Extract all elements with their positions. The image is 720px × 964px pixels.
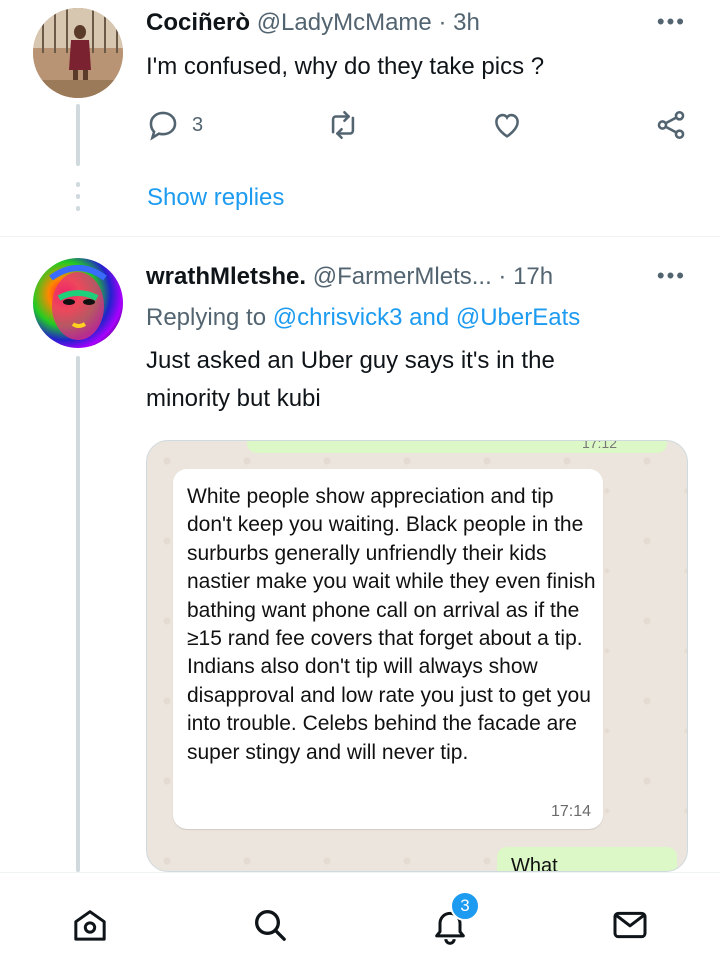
user-handle[interactable]: @FarmerMlets... bbox=[313, 263, 492, 290]
reply-button[interactable]: 3 bbox=[146, 108, 203, 142]
retweet-button[interactable] bbox=[326, 108, 360, 142]
tweet-cocinero[interactable]: Cociñerò @LadyMcMame · 3h ••• I'm confus… bbox=[0, 0, 720, 236]
outgoing-message-text: What bbox=[511, 855, 558, 872]
more-options-icon[interactable]: ••• bbox=[657, 265, 686, 287]
bubble-time-top: 17:12 bbox=[581, 440, 617, 451]
mail-icon bbox=[613, 911, 647, 939]
nav-notifications[interactable]: 3 bbox=[428, 891, 480, 947]
avatar-cocinero[interactable] bbox=[33, 8, 123, 98]
bottom-navigation: 3 bbox=[0, 872, 720, 964]
incoming-message-bubble: White people show appreciation and tip d… bbox=[173, 469, 603, 829]
tweet-media-image[interactable]: 17:12 White people show appreciation and… bbox=[146, 440, 688, 872]
show-replies-link[interactable]: Show replies bbox=[147, 184, 284, 212]
notifications-badge: 3 bbox=[450, 891, 480, 921]
user-handle[interactable]: @LadyMcMame bbox=[257, 9, 432, 36]
nav-home[interactable] bbox=[68, 903, 112, 947]
display-name[interactable]: Cociñerò bbox=[146, 9, 250, 36]
tweet-header: wrathMletshe. @FarmerMlets... · 17h bbox=[146, 262, 553, 292]
share-button[interactable] bbox=[654, 108, 688, 142]
message-text: White people show appreciation and tip d… bbox=[187, 485, 596, 764]
mention-ubereats[interactable]: @UberEats bbox=[456, 304, 580, 331]
tweet-text-line: minority but kubi bbox=[146, 385, 321, 412]
tweet-text: I'm confused, why do they take pics ? bbox=[146, 53, 545, 80]
message-time: 17:14 bbox=[550, 803, 591, 820]
avatar-wrathmletshe[interactable] bbox=[33, 258, 123, 348]
tweet-header: Cociñerò @LadyMcMame · 3h bbox=[146, 8, 480, 38]
replying-and[interactable]: and bbox=[409, 304, 449, 331]
divider bbox=[0, 236, 720, 237]
retweet-icon bbox=[331, 110, 355, 140]
tweet-text: Just asked an Uber guy says it's in the … bbox=[146, 342, 555, 418]
thread-line bbox=[76, 356, 80, 872]
reply-icon bbox=[149, 111, 177, 141]
share-icon bbox=[657, 110, 685, 140]
more-options-icon[interactable]: ••• bbox=[657, 11, 686, 33]
replying-prefix: Replying to bbox=[146, 304, 267, 331]
nav-messages[interactable] bbox=[608, 903, 652, 947]
outgoing-message-bubble: What bbox=[497, 847, 677, 872]
search-icon bbox=[255, 910, 286, 941]
tweet-text-line: Just asked an Uber guy says it's in the bbox=[146, 347, 555, 374]
mention-chrisvick3[interactable]: @chrisvick3 bbox=[273, 304, 403, 331]
reply-count: 3 bbox=[192, 113, 204, 136]
display-name[interactable]: wrathMletshe. bbox=[146, 263, 306, 290]
replying-to: Replying to @chrisvick3 and @UberEats bbox=[146, 304, 580, 332]
thread-line bbox=[76, 104, 80, 166]
tweet-actions: 3 bbox=[146, 108, 696, 144]
tweet-time[interactable]: · 3h bbox=[438, 9, 479, 36]
heart-icon bbox=[495, 113, 519, 138]
home-icon bbox=[74, 910, 106, 941]
tweet-time[interactable]: · 17h bbox=[498, 263, 553, 290]
thread-dots bbox=[76, 182, 80, 218]
nav-search[interactable] bbox=[248, 903, 292, 947]
like-button[interactable] bbox=[490, 108, 524, 142]
